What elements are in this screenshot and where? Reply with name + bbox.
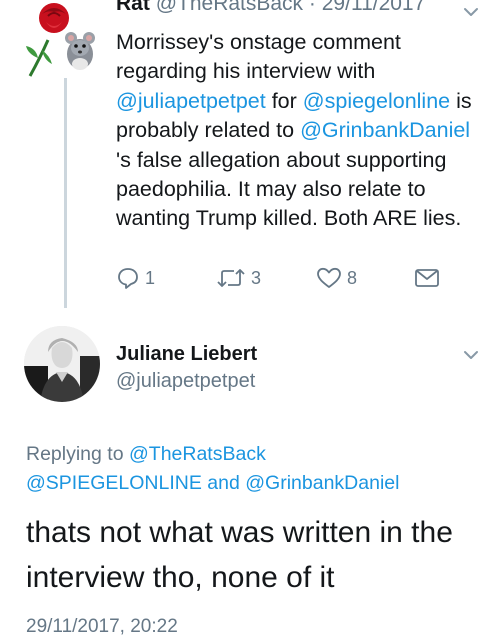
tweet2-text: thats not what was written in the interv… — [26, 516, 453, 594]
tweet1-text-segment: 's false allegation about supporting pae… — [116, 147, 462, 231]
tweet1-author-name[interactable]: Rat — [116, 0, 150, 15]
tweet1-text-segment: for — [265, 88, 303, 113]
like-button[interactable]: 8 — [316, 266, 357, 290]
tweet2-author-name[interactable]: Juliane Liebert — [116, 343, 257, 366]
direct-message-button[interactable] — [414, 266, 440, 290]
retweet-icon — [217, 269, 245, 287]
replying-to-line: Replying to @TheRatsBack @SPIEGELONLINE … — [26, 440, 486, 497]
mention-link[interactable]: @GrinbankDaniel — [300, 118, 470, 142]
tweet2-author-handle[interactable]: @juliapetpetpet — [116, 370, 255, 393]
reply-button[interactable]: 1 — [116, 266, 155, 290]
replying-to-mention[interactable]: @TheRatsBack — [129, 443, 266, 465]
tweet1-text-segment: Morrissey's onstage comment regarding hi… — [116, 30, 401, 84]
tweet1-header: Rat @TheRatsBack · 29/11/2017 — [116, 0, 425, 16]
rat-avatar[interactable] — [18, 0, 98, 78]
like-count: 8 — [347, 267, 358, 288]
retweet-count: 3 — [251, 267, 262, 288]
heart-icon — [317, 267, 341, 288]
envelope-icon — [415, 269, 439, 287]
tweet1-separator: · — [308, 0, 316, 15]
chevron-down-icon — [464, 351, 478, 359]
replying-to-joiner: and — [207, 471, 240, 494]
tweet1-more-button[interactable] — [462, 3, 480, 26]
mention-link[interactable]: @spiegelonline — [303, 89, 450, 113]
retweet-button[interactable]: 3 — [216, 266, 261, 290]
tweet1-text: Morrissey's onstage comment regarding hi… — [116, 28, 486, 234]
chevron-down-icon — [464, 8, 478, 16]
replying-to-mention[interactable]: @GrinbankDaniel — [245, 472, 399, 494]
replying-to-mention[interactable]: @SPIEGELONLINE — [26, 472, 202, 494]
mention-link[interactable]: @juliapetpetpet — [116, 89, 266, 113]
tweet2-more-button[interactable] — [462, 346, 480, 369]
reply-count: 1 — [145, 267, 156, 288]
tweet1-date[interactable]: 29/11/2017 — [322, 0, 426, 15]
tweet2-timestamp[interactable]: 29/11/2017, 20:22 — [26, 616, 178, 638]
tweet1-author-handle[interactable]: @TheRatsBack — [156, 0, 303, 15]
thread-connector-line — [64, 78, 67, 308]
reply-icon — [118, 268, 138, 289]
juliane-liebert-avatar[interactable] — [24, 326, 100, 402]
replying-to-label: Replying to — [26, 443, 124, 465]
